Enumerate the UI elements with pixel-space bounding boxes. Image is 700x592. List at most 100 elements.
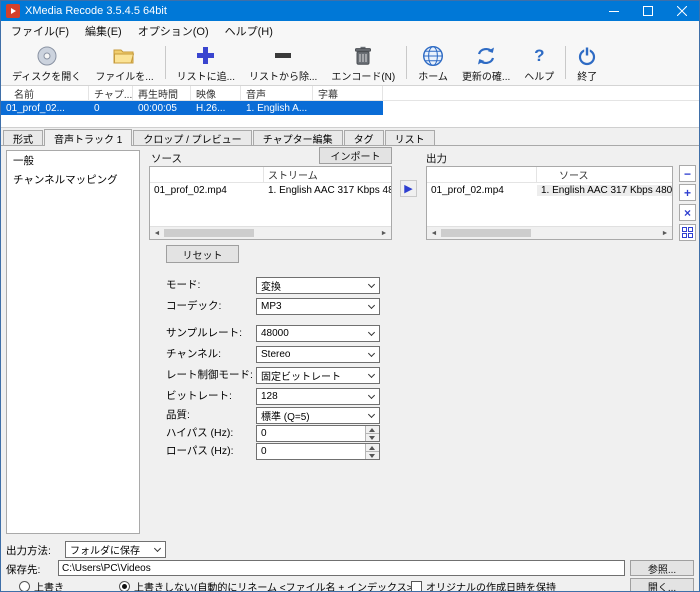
check-update-button[interactable]: 更新の確...	[455, 42, 517, 85]
output-stream-cell: 1. English AAC 317 Kbps 4800	[537, 185, 672, 196]
chevron-down-icon	[153, 544, 162, 553]
spin-down-icon[interactable]	[366, 452, 379, 459]
scroll-right-icon[interactable]: ►	[658, 227, 672, 239]
job-list-header: 名前 チャプ... 再生時間 映像 音声 字幕	[1, 86, 699, 101]
rename-radio[interactable]: 上書きしない(自動的にリネーム <ファイル名 + インデックス>)	[119, 579, 416, 591]
column-header-filler	[383, 86, 699, 101]
chevron-down-icon	[367, 301, 376, 310]
toolbar-label: ファイルを...	[95, 72, 154, 83]
menu-item-options[interactable]: オプション(O)	[130, 23, 217, 39]
lowpass-input[interactable]: 0	[256, 443, 380, 460]
selected-value: 固定ビットレート	[261, 372, 341, 383]
spin-down-icon[interactable]	[366, 434, 379, 441]
spin-up-icon[interactable]	[366, 444, 379, 452]
channels-select[interactable]: Stereo	[256, 346, 380, 363]
column-header-name[interactable]: 名前	[1, 86, 89, 101]
sidebar-item-general[interactable]: 一般	[7, 151, 139, 170]
source-stream-cell: 1. English AAC 317 Kbps 48000 ...	[268, 185, 391, 196]
encode-icon	[354, 44, 372, 67]
scrollbar-track[interactable]	[531, 227, 658, 239]
scrollbar-thumb[interactable]	[441, 229, 531, 237]
browse-button[interactable]: 参照...	[630, 560, 694, 576]
overwrite-radio-label: 上書き	[34, 583, 64, 592]
output-file-column-header[interactable]	[427, 167, 537, 183]
tab-format[interactable]: 形式	[3, 130, 43, 146]
save-path-input[interactable]	[58, 560, 625, 576]
tab-chapter-edit[interactable]: チャプター編集	[252, 130, 343, 146]
open-disc-button[interactable]: ディスクを開く	[5, 42, 88, 85]
stream-add-button[interactable]: +	[679, 184, 696, 201]
source-file-column-header[interactable]	[150, 167, 264, 183]
scroll-left-icon[interactable]: ◄	[150, 227, 164, 239]
open-button[interactable]: 開く...	[630, 578, 694, 591]
output-stream-table: ソース 01_prof_02.mp4 1. English AAC 317 Kb…	[426, 166, 673, 240]
sample-rate-select[interactable]: 48000	[256, 325, 380, 342]
channel-matrix-button[interactable]	[679, 224, 696, 241]
column-header-chapters[interactable]: チャプ...	[89, 86, 133, 101]
sidebar-item-channel-mapping[interactable]: チャンネルマッピング	[7, 170, 139, 189]
scrollbar-track[interactable]	[254, 227, 377, 239]
menu-item-file[interactable]: ファイル(F)	[3, 23, 77, 39]
scroll-left-icon[interactable]: ◄	[427, 227, 441, 239]
menu-item-edit[interactable]: 編集(E)	[77, 23, 130, 39]
quality-select[interactable]: 標準 (Q=5)	[256, 407, 380, 424]
mode-select[interactable]: 変換	[256, 277, 380, 294]
highpass-input[interactable]: 0	[256, 425, 380, 442]
import-button[interactable]: インポート	[319, 147, 392, 164]
source-table-header: ストリーム	[150, 167, 391, 183]
output-source-column-header[interactable]: ソース	[537, 167, 672, 183]
overwrite-radio[interactable]: 上書き	[19, 579, 64, 592]
transfer-stream-button[interactable]: ▶	[400, 180, 417, 197]
scroll-right-icon[interactable]: ►	[377, 227, 391, 239]
rate-control-select[interactable]: 固定ビットレート	[256, 367, 380, 384]
codec-select[interactable]: MP3	[256, 298, 380, 315]
toolbar-separator	[164, 46, 166, 79]
output-horizontal-scrollbar[interactable]: ◄ ►	[427, 226, 672, 239]
selected-value: 128	[261, 391, 278, 402]
job-list-row[interactable]: 01_prof_02... 0 00:00:05 H.26... 1. Engl…	[1, 101, 383, 115]
reset-button[interactable]: リセット	[166, 245, 239, 263]
column-header-duration[interactable]: 再生時間	[133, 86, 191, 101]
remove-from-list-button[interactable]: リストから除...	[242, 42, 324, 85]
bitrate-select[interactable]: 128	[256, 388, 380, 405]
spinner-buttons	[365, 444, 379, 459]
maximize-button[interactable]	[631, 1, 665, 21]
stream-delete-button[interactable]: ×	[679, 204, 696, 221]
stream-remove-button[interactable]: −	[679, 165, 696, 182]
source-stream-column-header[interactable]: ストリーム	[264, 167, 391, 183]
exit-button[interactable]: 終了	[570, 42, 604, 85]
output-stream-row[interactable]: 01_prof_02.mp4 1. English AAC 317 Kbps 4…	[427, 183, 672, 198]
encode-button[interactable]: エンコード(N)	[324, 42, 402, 85]
tab-audio-track-1[interactable]: 音声トラック 1	[44, 129, 133, 146]
mode-label: モード:	[166, 279, 201, 291]
tab-list[interactable]: リスト	[384, 130, 435, 146]
column-header-audio[interactable]: 音声	[241, 86, 313, 101]
add-to-list-button[interactable]: リストに追...	[170, 42, 242, 85]
job-list: 名前 チャプ... 再生時間 映像 音声 字幕 01_prof_02... 0 …	[1, 86, 699, 128]
source-horizontal-scrollbar[interactable]: ◄ ►	[150, 226, 391, 239]
menu-item-help[interactable]: ヘルプ(H)	[217, 23, 281, 39]
output-settings-bar: 出力方法: フォルダに保存 保存先: 参照... 上書き 上書きしない(自動的に…	[1, 539, 699, 592]
source-title: ソース	[151, 153, 182, 165]
menubar: ファイル(F) 編集(E) オプション(O) ヘルプ(H)	[1, 21, 699, 40]
tab-tag[interactable]: タグ	[343, 130, 384, 146]
minimize-button[interactable]	[597, 1, 631, 21]
home-button[interactable]: ホーム	[411, 42, 455, 85]
column-header-video[interactable]: 映像	[191, 86, 241, 101]
open-file-button[interactable]: ファイルを...	[88, 42, 160, 85]
cell-name: 01_prof_02...	[6, 102, 65, 114]
tab-crop-preview[interactable]: クロップ / プレビュー	[133, 130, 252, 146]
source-stream-row[interactable]: 01_prof_02.mp4 1. English AAC 317 Kbps 4…	[150, 183, 391, 198]
selected-value: MP3	[261, 301, 282, 312]
radio-checked-icon	[119, 581, 130, 591]
spin-up-icon[interactable]	[366, 426, 379, 434]
column-header-subtitle[interactable]: 字幕	[313, 86, 383, 101]
checkbox-icon	[411, 581, 422, 591]
output-method-select[interactable]: フォルダに保存	[65, 541, 166, 558]
scrollbar-thumb[interactable]	[164, 229, 254, 237]
keep-date-checkbox[interactable]: オリジナルの作成日時を保持	[411, 579, 556, 591]
rate-control-label: レート制御モード:	[166, 369, 253, 381]
help-button[interactable]: ? ヘルプ	[517, 42, 561, 85]
codec-label: コーデック:	[166, 300, 222, 312]
close-button[interactable]	[665, 1, 699, 21]
